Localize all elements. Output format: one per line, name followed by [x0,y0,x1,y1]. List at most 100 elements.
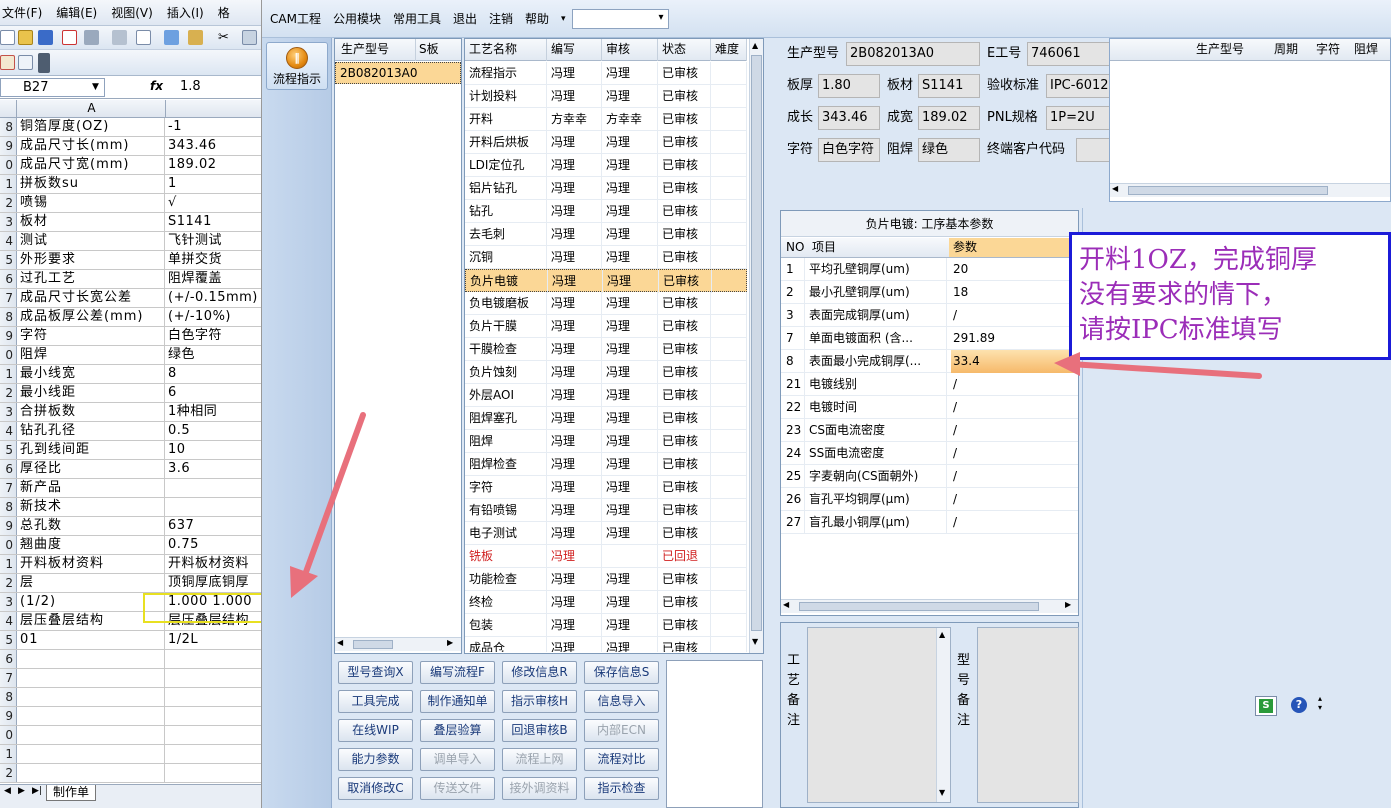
cell-a[interactable]: 合拼板数 [19,403,165,421]
cell-a[interactable]: 层 [19,574,165,592]
excel-menu-edit[interactable]: 编辑(E) [56,4,97,21]
flow-indicator-button[interactable]: ‖ 流程指示 [266,42,328,90]
help-dropdown-icon[interactable]: ▾ [561,14,566,24]
cell-a[interactable]: 成品尺寸长宽公差 [19,289,165,307]
row-number[interactable]: 4 [0,232,17,250]
action-button[interactable]: 取消修改C [338,777,413,800]
open-icon[interactable] [18,30,33,45]
process-row[interactable]: 负片电镀 冯理 冯理 已审核 [465,269,747,293]
cell-a[interactable]: 01 [19,631,165,649]
print-icon[interactable] [84,30,99,45]
process-row[interactable]: LDI定位孔 冯理 冯理 已审核 [465,154,747,177]
scroll-down-icon[interactable]: ▼ [939,788,945,797]
cell-a[interactable]: 钻孔孔径 [19,422,165,440]
excel-menu-insert[interactable]: 插入(I) [167,4,204,21]
thickness-field[interactable]: 1.80 [818,74,880,98]
process-row[interactable]: 负片蚀刻 冯理 冯理 已审核 [465,361,747,384]
model-row[interactable]: 2B082013A0 [335,62,461,84]
action-button[interactable]: 修改信息R [502,661,577,684]
action-button[interactable]: 调单导入 [420,748,495,771]
char-field[interactable]: 白色字符 [818,138,880,162]
column-header-a[interactable]: A [18,100,166,118]
name-box[interactable]: B27 [0,78,105,97]
scroll-up-icon[interactable]: ▲ [752,41,758,50]
action-button[interactable]: 信息导入 [584,690,659,713]
right-col-period[interactable]: 周期 [1274,39,1298,60]
menu-exit[interactable]: 退出 [453,10,477,27]
row-number[interactable]: 1 [0,555,17,573]
cell-b[interactable]: 绿色 [167,346,261,364]
action-button[interactable]: 编写流程F [420,661,495,684]
cell-b[interactable] [167,479,261,497]
scroll-thumb[interactable] [751,55,762,631]
cell-a[interactable]: 成品尺寸宽(mm) [19,156,165,174]
action-button[interactable]: 工具完成 [338,690,413,713]
scroll-thumb[interactable] [353,640,393,649]
row-number[interactable]: 1 [0,175,17,193]
menu-public-module[interactable]: 公用模块 [333,10,381,27]
mask-field[interactable]: 绿色 [918,138,980,162]
param-value[interactable]: / [951,373,1078,396]
process-row[interactable]: 流程指示 冯理 冯理 已审核 [465,62,747,85]
menu-combo-select[interactable] [571,8,669,29]
right-grid-hscrollbar[interactable]: ◀ [1110,183,1390,197]
cell-a[interactable] [19,650,165,668]
row-number[interactable]: 0 [0,156,17,174]
print-preview-icon[interactable] [112,30,127,45]
cell-b[interactable] [167,726,261,744]
cell-a[interactable]: 成品板厚公差(mm) [19,308,165,326]
cell-b[interactable]: (+/-0.15mm) [167,289,261,307]
cell-b[interactable]: 3.6 [167,460,261,478]
pnl-field[interactable]: 1P=2U [1046,106,1112,130]
row-number[interactable]: 1 [0,745,17,763]
row-number[interactable]: 3 [0,403,17,421]
param-value[interactable]: / [951,488,1078,511]
action-button[interactable]: 制作通知单 [420,690,495,713]
cell-a[interactable]: 总孔数 [19,517,165,535]
process-row[interactable]: 开料后烘板 冯理 冯理 已审核 [465,131,747,154]
sheet-nav-last-icon[interactable]: ▶| [32,786,42,796]
cell-b[interactable]: 343.46 [167,137,261,155]
cell-b[interactable]: 单拼交货 [167,251,261,269]
param-col-no[interactable]: NO [786,238,804,257]
row-number[interactable]: 4 [0,422,17,440]
row-number[interactable]: 9 [0,137,17,155]
row-number[interactable]: 0 [0,726,17,744]
width-field[interactable]: 189.02 [918,106,980,130]
cell-b[interactable]: 1/2L [167,631,261,649]
scroll-thumb[interactable] [799,602,1039,611]
process-row[interactable]: 电子测试 冯理 冯理 已审核 [465,522,747,545]
process-grid-vscrollbar[interactable]: ▲ ▼ [749,39,763,653]
param-value[interactable]: / [951,419,1078,442]
param-hscrollbar[interactable]: ◀ ▶ [781,599,1078,613]
scroll-right-icon[interactable]: ▶ [447,638,453,647]
process-row[interactable]: 字符 冯理 冯理 已审核 [465,476,747,499]
row-number[interactable]: 3 [0,213,17,231]
scroll-left-icon[interactable]: ◀ [337,638,343,647]
toolbar-options-icon[interactable] [38,53,50,73]
row-number[interactable]: 8 [0,308,17,326]
param-col-value[interactable]: 参数 [949,238,1078,257]
preview-icon[interactable] [136,30,151,45]
cell-b[interactable]: √ [167,194,261,212]
row-number[interactable]: 8 [0,118,17,136]
row-number[interactable]: 7 [0,289,17,307]
customer-code-field[interactable] [1076,138,1112,162]
formula-input[interactable]: 1.8 [180,79,201,94]
process-row[interactable]: 干膜检查 冯理 冯理 已审核 [465,338,747,361]
action-button[interactable]: 在线WIP [338,719,413,742]
excel-menu-format[interactable]: 格 [218,4,230,21]
length-field[interactable]: 343.46 [818,106,880,130]
row-number[interactable]: 1 [0,365,17,383]
cell-a[interactable] [19,688,165,706]
standard-field[interactable]: IPC-6012 [1046,74,1112,98]
col-status[interactable]: 状态 [658,39,711,61]
action-button[interactable]: 流程对比 [584,748,659,771]
cell-b[interactable]: 10 [167,441,261,459]
action-button[interactable]: 叠层验算 [420,719,495,742]
process-row[interactable]: 阻焊 冯理 冯理 已审核 [465,430,747,453]
copy-icon[interactable] [242,30,257,45]
col-writer[interactable]: 编写 [547,39,602,61]
cell-b[interactable]: 开料板材资料 [167,555,261,573]
new-icon[interactable] [0,30,15,45]
